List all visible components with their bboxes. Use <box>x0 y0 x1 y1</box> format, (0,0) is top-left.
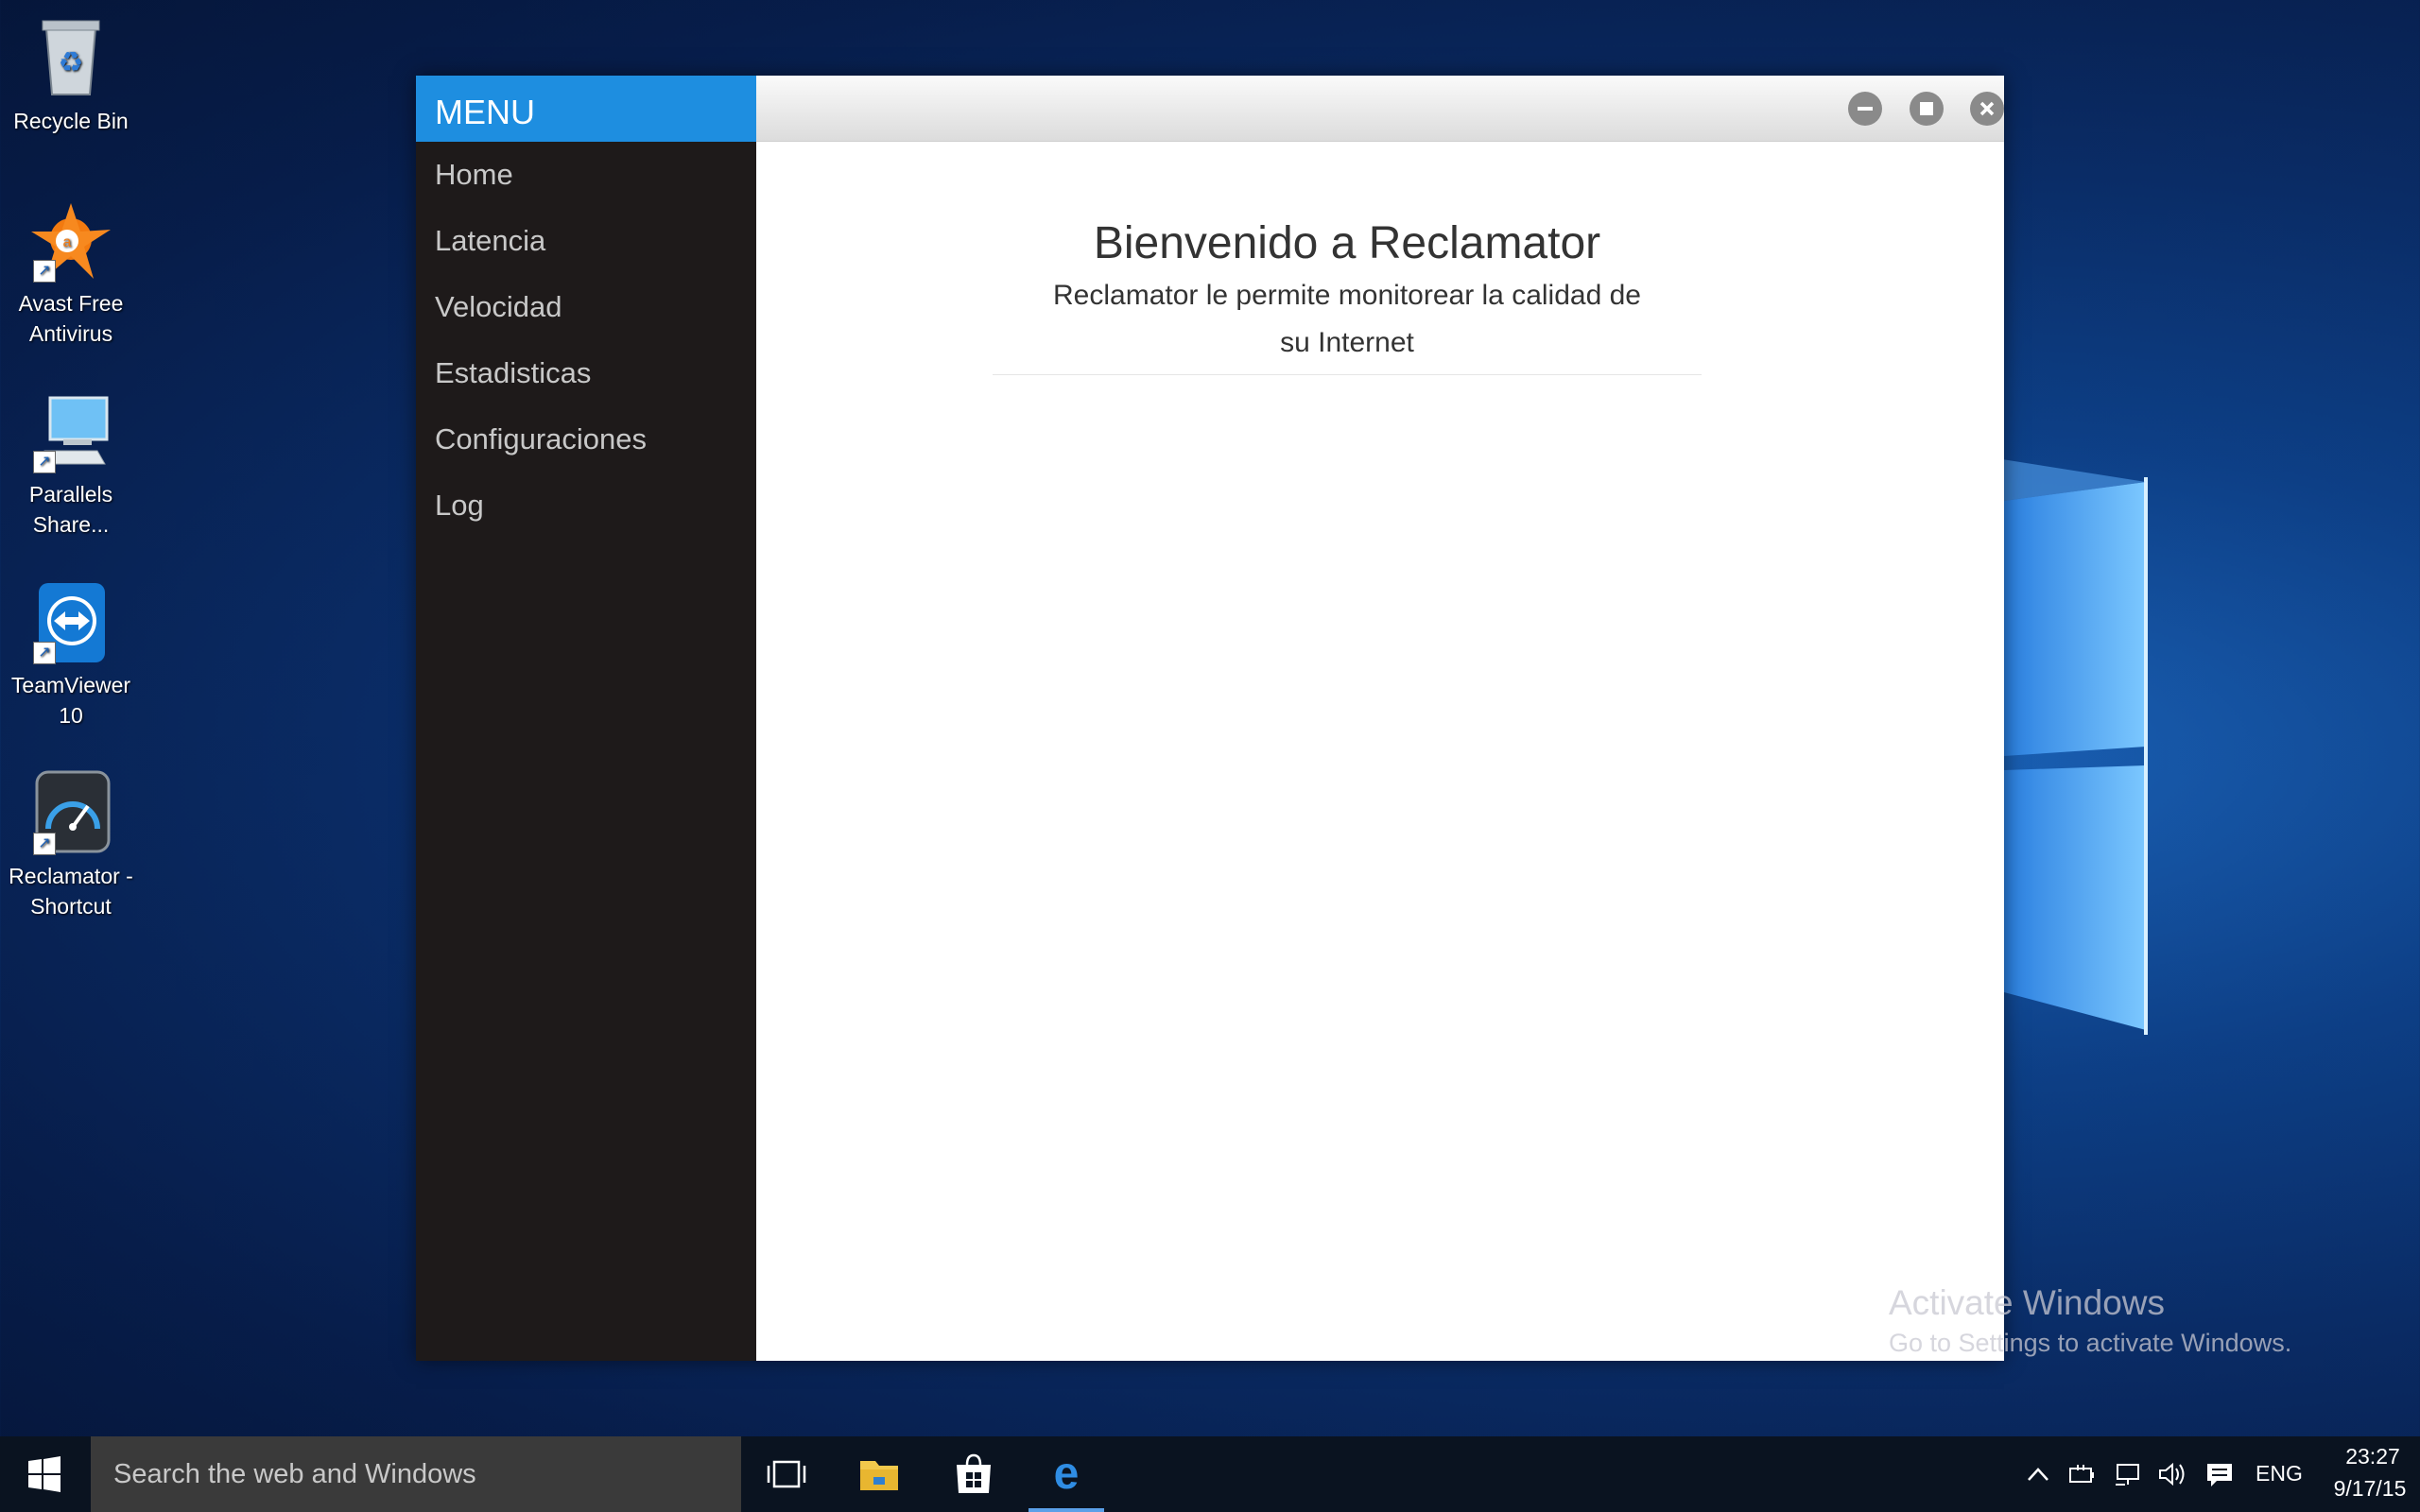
volume-tray-button[interactable] <box>2155 1457 2189 1491</box>
desktop-icon-label: Recycle Bin <box>13 109 129 133</box>
sidebar: MENU Home Latencia Velocidad Estadistica… <box>416 76 756 1361</box>
network-icon <box>2116 1464 2139 1486</box>
svg-text:e: e <box>1054 1449 1080 1499</box>
network-tray-button[interactable] <box>2110 1457 2144 1491</box>
computer-icon: ↗ <box>26 385 116 475</box>
main-content: Bienvenido a Reclamator Reclamator le pe… <box>756 142 2004 1361</box>
task-view-icon <box>767 1460 806 1488</box>
shortcut-arrow-icon: ↗ <box>33 833 56 855</box>
desktop-icon-label: Parallels Share... <box>28 482 113 537</box>
shortcut-arrow-icon: ↗ <box>33 451 56 473</box>
teamviewer-icon: ↗ <box>26 576 116 666</box>
shortcut-arrow-icon: ↗ <box>33 642 56 664</box>
store-icon <box>957 1453 991 1493</box>
nav-item-latencia[interactable]: Latencia <box>416 208 756 274</box>
taskbar-search-input[interactable]: Search the web and Windows <box>91 1436 741 1512</box>
svg-text:♻: ♻ <box>59 47 84 78</box>
notification-icon <box>2207 1464 2232 1486</box>
language-indicator[interactable]: ENG <box>2256 1461 2303 1486</box>
minimize-button[interactable] <box>1848 92 1882 126</box>
watermark-subtitle: Go to Settings to activate Windows. <box>1889 1329 2292 1357</box>
battery-plug-icon <box>2069 1465 2094 1483</box>
window-titlebar[interactable] <box>756 76 2004 142</box>
svg-text:a: a <box>63 234 72 250</box>
file-explorer-button[interactable] <box>841 1436 917 1512</box>
nav-item-home[interactable]: Home <box>416 142 756 208</box>
activate-windows-watermark: Activate Windows Go to Settings to activ… <box>1889 1280 2291 1360</box>
desktop-icon-avast[interactable]: a ↗ Avast Free Antivirus <box>0 194 142 349</box>
avast-icon: a ↗ <box>26 194 116 284</box>
power-tray-button[interactable] <box>2065 1457 2099 1491</box>
shortcut-arrow-icon: ↗ <box>33 260 56 283</box>
edge-icon: e <box>1054 1449 1080 1499</box>
action-center-button[interactable] <box>2203 1457 2237 1491</box>
page-title: Bienvenido a Reclamator <box>1093 218 1601 268</box>
nav-item-velocidad[interactable]: Velocidad <box>416 274 756 340</box>
show-hidden-icons-button[interactable] <box>2021 1457 2055 1491</box>
desktop-icon-recycle-bin[interactable]: ♻ Recycle Bin <box>0 11 142 136</box>
close-button[interactable] <box>1970 92 2004 126</box>
welcome-panel: Bienvenido a Reclamator Reclamator le pe… <box>993 215 1702 375</box>
reclamator-window: MENU Home Latencia Velocidad Estadistica… <box>416 76 2004 1361</box>
close-icon <box>1979 101 1995 116</box>
desktop-icon-label: Reclamator - Shortcut <box>9 864 133 919</box>
desktop-icon-label: TeamViewer 10 <box>10 673 131 728</box>
volume-icon <box>2159 1462 2185 1486</box>
watermark-title: Activate Windows <box>1889 1283 2165 1322</box>
clock-date[interactable]: 9/17/15 <box>2318 1476 2420 1502</box>
minimize-icon <box>1858 107 1873 111</box>
edge-browser-button[interactable]: e <box>1028 1436 1104 1512</box>
page-subtitle: Reclamator le permite monitorear la cali… <box>1053 280 1641 358</box>
chevron-up-icon <box>2028 1468 2048 1481</box>
start-button[interactable] <box>0 1436 90 1512</box>
menu-header: MENU <box>416 76 756 142</box>
desktop-icon-teamviewer[interactable]: ↗ TeamViewer 10 <box>0 576 142 730</box>
speedometer-icon: ↗ <box>26 766 116 857</box>
folder-icon <box>860 1461 898 1490</box>
windows-logo-wallpaper <box>1966 454 2148 1035</box>
nav-item-log[interactable]: Log <box>416 472 756 539</box>
nav-item-estadisticas[interactable]: Estadisticas <box>416 340 756 406</box>
nav-item-configuraciones[interactable]: Configuraciones <box>416 406 756 472</box>
desktop-icon-parallels[interactable]: ↗ Parallels Share... <box>0 385 142 540</box>
recycle-bin-icon: ♻ <box>26 11 116 102</box>
windows-start-icon <box>28 1456 60 1492</box>
clock-time[interactable]: 23:27 <box>2335 1444 2411 1469</box>
store-button[interactable] <box>936 1436 1011 1512</box>
maximize-icon <box>1920 102 1933 115</box>
taskbar: Search the web and Windows e ENG 23:27 9… <box>0 1436 2420 1512</box>
task-view-button[interactable] <box>749 1436 824 1512</box>
maximize-button[interactable] <box>1910 92 1944 126</box>
desktop-icon-reclamator[interactable]: ↗ Reclamator - Shortcut <box>0 766 142 921</box>
desktop-icon-label: Avast Free Antivirus <box>18 291 124 346</box>
